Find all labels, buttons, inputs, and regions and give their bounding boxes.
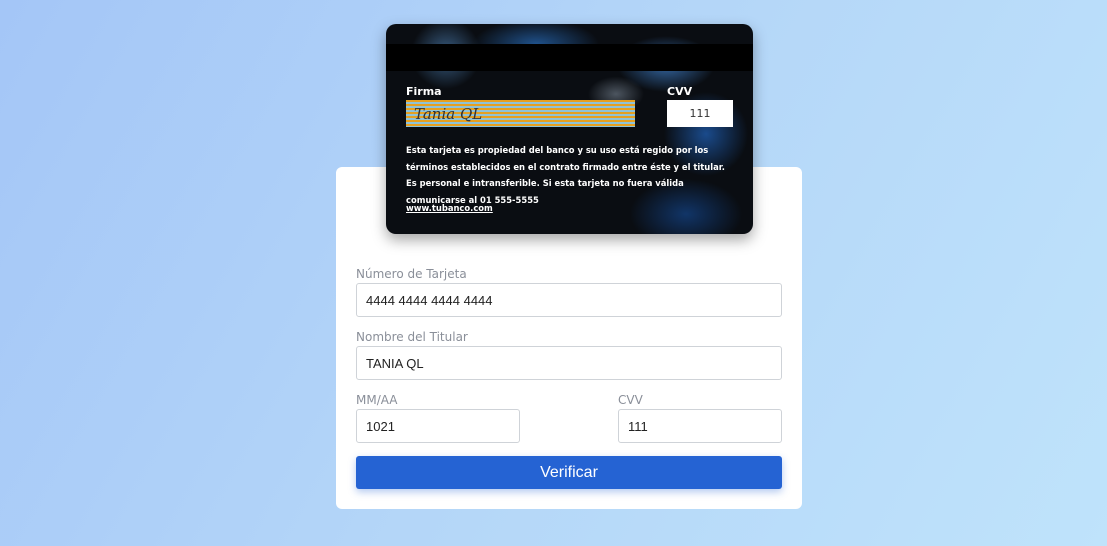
signature-strip: Tania QL: [406, 100, 635, 127]
magnetic-stripe: [386, 44, 753, 71]
expiry-input[interactable]: [356, 409, 520, 443]
holder-name-input[interactable]: [356, 346, 782, 380]
credit-card-back: Firma Tania QL CVV 111 Esta tarjeta es p…: [386, 24, 753, 234]
cvv-label: CVV: [618, 393, 643, 407]
verify-button[interactable]: Verificar: [356, 456, 782, 489]
expiry-label: MM/AA: [356, 393, 398, 407]
holder-name-label: Nombre del Titular: [356, 330, 468, 344]
card-number-label: Número de Tarjeta: [356, 267, 467, 281]
card-cvv-label: CVV: [667, 85, 693, 98]
card-cvv-value: 111: [667, 100, 733, 127]
signature-label: Firma: [406, 85, 442, 98]
card-terms-text: Esta tarjeta es propiedad del banco y su…: [406, 145, 725, 205]
bank-website-link[interactable]: www.tubanco.com: [406, 203, 493, 213]
signature-text: Tania QL: [414, 105, 483, 123]
cvv-input[interactable]: [618, 409, 782, 443]
card-number-input[interactable]: [356, 283, 782, 317]
